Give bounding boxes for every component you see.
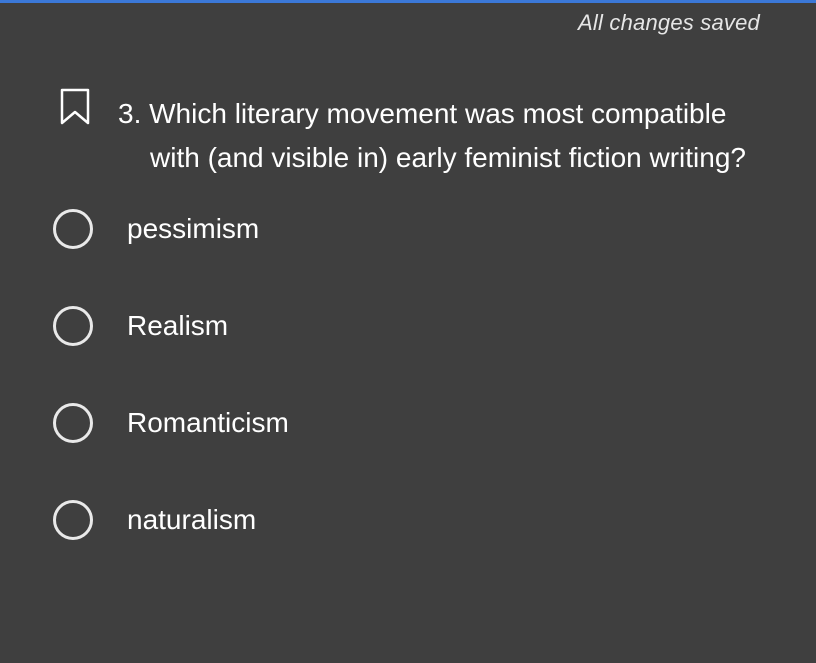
radio-button[interactable] — [53, 209, 93, 249]
question-text: 3. Which literary movement was most comp… — [118, 92, 798, 180]
top-accent-bar — [0, 0, 816, 3]
option-naturalism[interactable]: naturalism — [53, 497, 773, 543]
answer-options: pessimism Realism Romanticism naturalism — [53, 206, 773, 594]
option-realism[interactable]: Realism — [53, 303, 773, 349]
save-status-text: All changes saved — [578, 10, 760, 35]
option-label: Realism — [127, 310, 229, 341]
bookmark-outline-icon — [60, 88, 90, 125]
question-line-2: with (and visible in) early feminist fic… — [150, 142, 746, 173]
radio-button[interactable] — [53, 403, 93, 443]
option-label: Romanticism — [127, 407, 289, 438]
option-label: naturalism — [127, 504, 257, 535]
radio-button[interactable] — [53, 306, 93, 346]
bookmark-button[interactable] — [60, 88, 90, 126]
radio-button[interactable] — [53, 500, 93, 540]
option-pessimism[interactable]: pessimism — [53, 206, 773, 252]
option-romanticism[interactable]: Romanticism — [53, 400, 773, 446]
option-label: pessimism — [127, 213, 260, 244]
question-line-1: 3. Which literary movement was most comp… — [118, 98, 727, 129]
